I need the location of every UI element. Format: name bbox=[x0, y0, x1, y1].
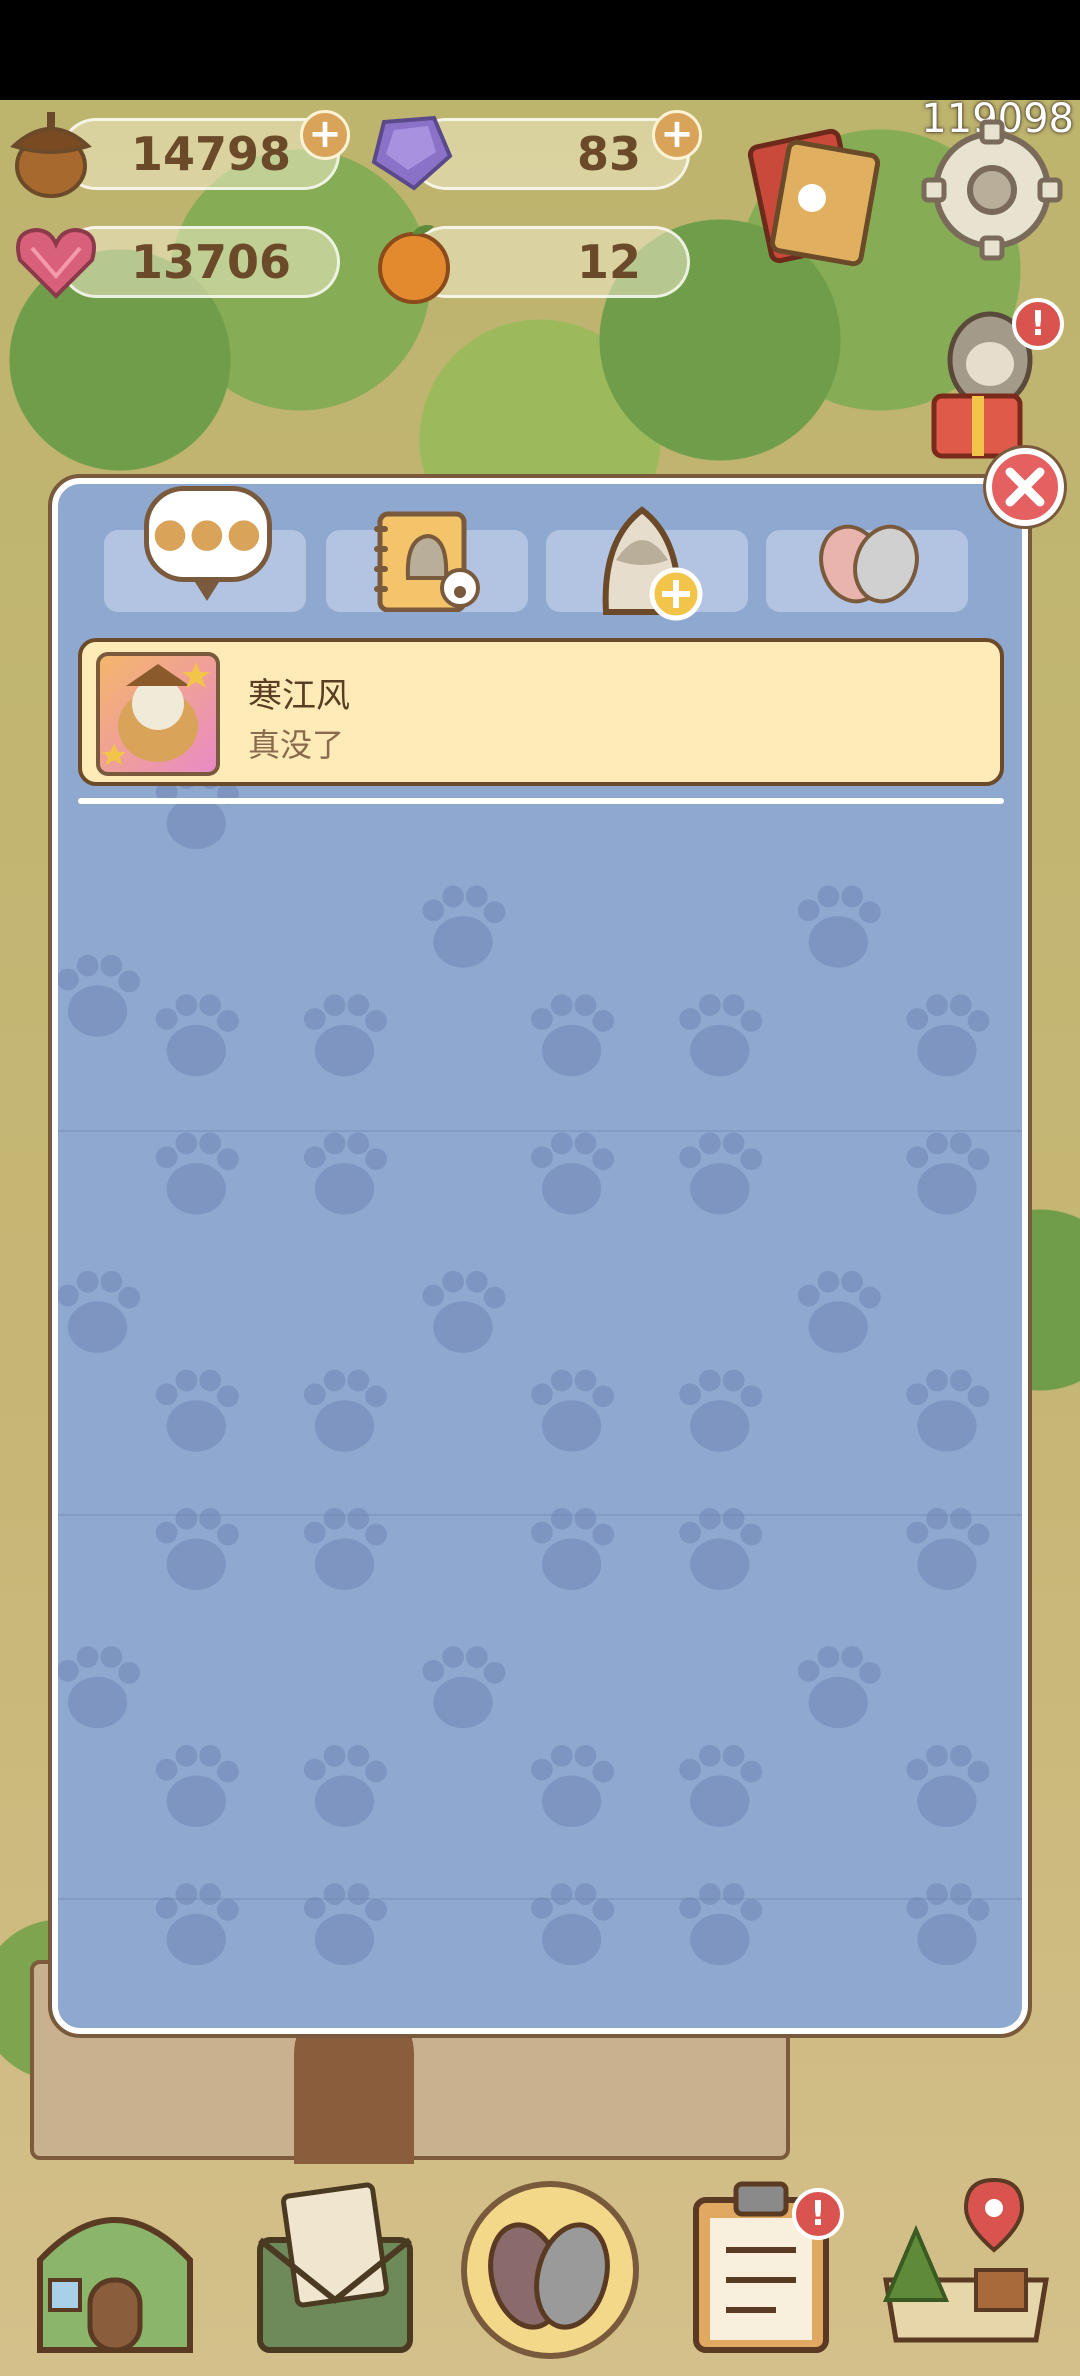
gem-count: 83 bbox=[576, 127, 641, 181]
message-preview: 真没了 bbox=[248, 726, 345, 764]
house-icon bbox=[37, 2217, 193, 2353]
add-friend-icon[interactable] bbox=[592, 500, 704, 626]
tasks-alert-badge: ! bbox=[792, 2188, 844, 2240]
acorn-icon bbox=[6, 106, 96, 202]
heart-count: 13706 bbox=[130, 235, 291, 289]
chat-bubble-icon[interactable]: ●●● bbox=[144, 486, 272, 601]
orange-count: 12 bbox=[576, 235, 641, 289]
heart-gem-icon bbox=[12, 222, 100, 306]
event-book-icon[interactable] bbox=[740, 118, 881, 272]
avatar[interactable] bbox=[96, 652, 220, 776]
add-acorn-button[interactable]: + bbox=[300, 110, 350, 160]
status-bar bbox=[0, 0, 1080, 100]
mail-button[interactable] bbox=[250, 2170, 420, 2364]
acorn-counter[interactable]: 14798 bbox=[60, 118, 340, 190]
row-divider bbox=[58, 1898, 1022, 1900]
orange-icon bbox=[374, 218, 456, 308]
sender-name: 寒江风 bbox=[248, 676, 350, 716]
close-button[interactable] bbox=[986, 448, 1064, 526]
friend-book-icon[interactable] bbox=[372, 508, 488, 616]
map-button[interactable] bbox=[876, 2170, 1056, 2364]
paw-pads-icon[interactable] bbox=[814, 520, 926, 616]
row-divider bbox=[58, 1130, 1022, 1132]
acorn-count: 14798 bbox=[130, 127, 291, 181]
paws-main-icon bbox=[461, 2181, 639, 2359]
add-gem-button[interactable]: + bbox=[652, 110, 702, 160]
row-divider bbox=[58, 1514, 1022, 1516]
settings-gear-icon[interactable] bbox=[920, 118, 1064, 266]
heart-counter[interactable]: 13706 bbox=[60, 226, 340, 298]
close-icon bbox=[1005, 467, 1045, 507]
message-row[interactable]: 寒江风 真没了 bbox=[78, 638, 1004, 804]
sloth-alert-badge: ! bbox=[1012, 298, 1064, 350]
gem-icon bbox=[368, 112, 454, 196]
map-icon bbox=[882, 2177, 1049, 2343]
mail-icon bbox=[257, 2182, 413, 2353]
house-button[interactable] bbox=[30, 2170, 200, 2364]
paws-main-button[interactable] bbox=[460, 2180, 640, 2364]
